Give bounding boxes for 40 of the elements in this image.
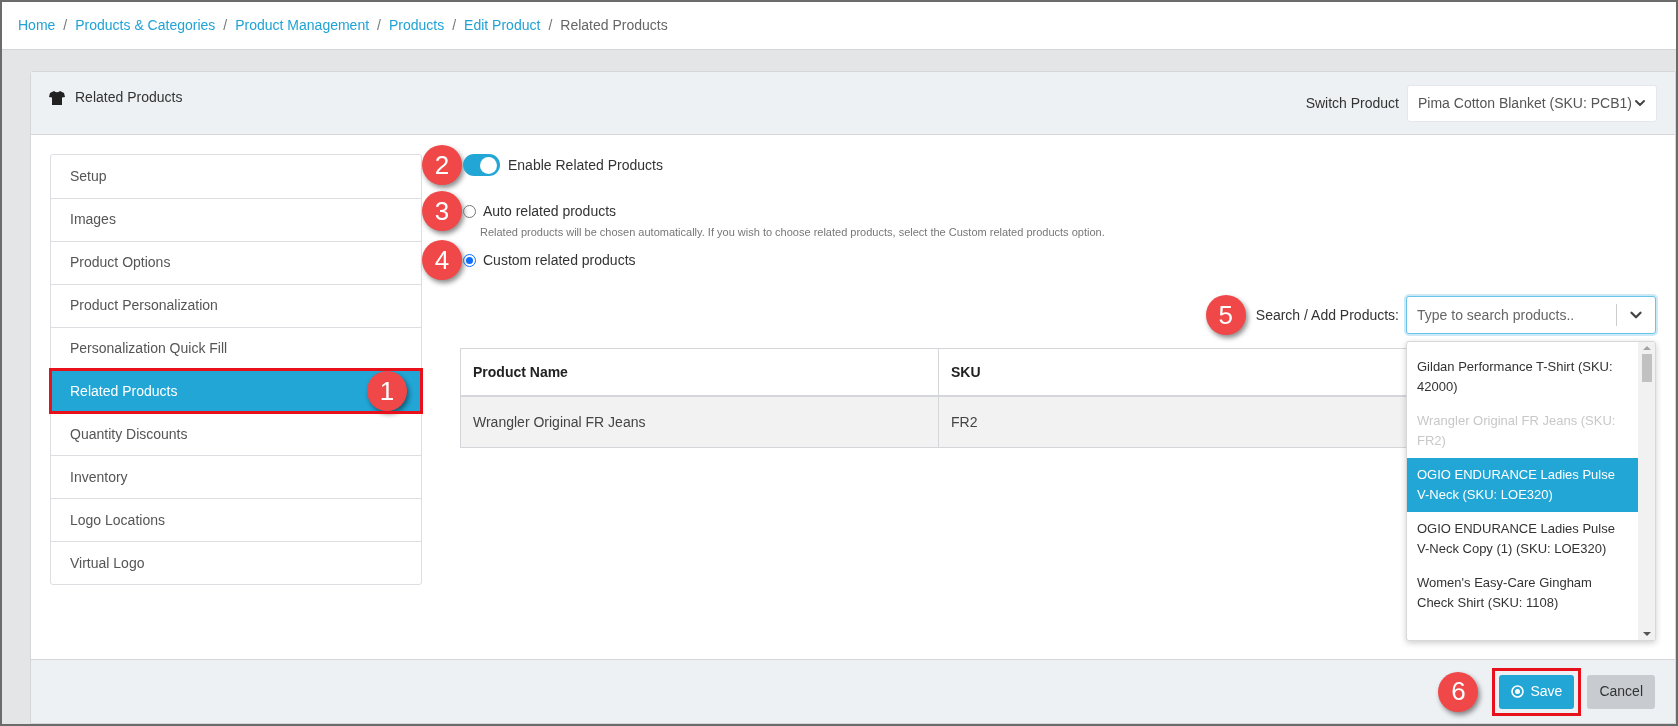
hint-text: Related products will be chosen automatically. If you wish to choose related products, select the Custom related products option.: [480, 225, 1106, 239]
sidebar-item[interactable]: Related Products 1: [51, 369, 421, 413]
sidebar-item[interactable]: Logo Locations: [51, 498, 421, 542]
sidebar-item[interactable]: Product Personalization: [51, 283, 421, 327]
search-combobox[interactable]: Type to search products..: [1406, 296, 1656, 334]
toggle-switch[interactable]: [463, 154, 500, 176]
breadcrumb-current: Related Products: [560, 16, 668, 35]
toggle-label: Enable Related Products: [508, 155, 663, 175]
switch-product-label: Switch Product: [1305, 93, 1399, 113]
radio-label: Custom related products: [483, 250, 636, 270]
scrollbar[interactable]: [1638, 342, 1655, 640]
switch-product-select[interactable]: Pima Cotton Blanket (SKU: PCB1): [1407, 84, 1657, 122]
cancel-button[interactable]: Cancel: [1587, 674, 1655, 709]
tshirt-icon: [49, 90, 65, 105]
numbered-callout: 1: [367, 371, 407, 412]
numbered-callout: 6: [1438, 671, 1479, 712]
radio-dot-icon: [1511, 685, 1525, 698]
dropdown-option[interactable]: OGIO ENDURANCE Ladies Pulse V-Neck Copy (1) (SKU: LOE320): [1407, 512, 1638, 566]
panel-title: Related Products: [75, 88, 183, 107]
radio-label: Auto related products: [483, 201, 617, 221]
column-header: Product Name: [472, 362, 569, 382]
search-label: Search / Add Products:: [1255, 305, 1399, 325]
sidebar-item[interactable]: Inventory: [51, 455, 421, 499]
breadcrumb-separator: /: [452, 16, 457, 35]
breadcrumb-separator: /: [377, 16, 381, 35]
numbered-callout: 5: [1205, 295, 1246, 335]
sidebar-item[interactable]: Setup: [51, 155, 421, 198]
sidebar-item[interactable]: Product Options: [51, 240, 421, 284]
breadcrumb-separator: /: [63, 16, 68, 35]
sidebar-item[interactable]: Images: [51, 197, 421, 241]
breadcrumb-separator: /: [548, 16, 553, 35]
numbered-callout: 2: [422, 145, 462, 185]
numbered-callout: 4: [422, 240, 462, 280]
sidebar-item[interactable]: Quantity Discounts: [51, 412, 421, 456]
dropdown-option[interactable]: Women's Easy-Care Gingham Check Shirt (SKU: 1108): [1407, 566, 1638, 620]
sidebar-item[interactable]: Virtual Logo: [51, 541, 421, 585]
search-field[interactable]: Type to search products..: [1407, 304, 1616, 326]
breadcrumb-separator: /: [223, 16, 228, 35]
table-cell-text: Wrangler Original FR Jeans: [472, 412, 647, 432]
numbered-callout: 3: [422, 191, 462, 231]
